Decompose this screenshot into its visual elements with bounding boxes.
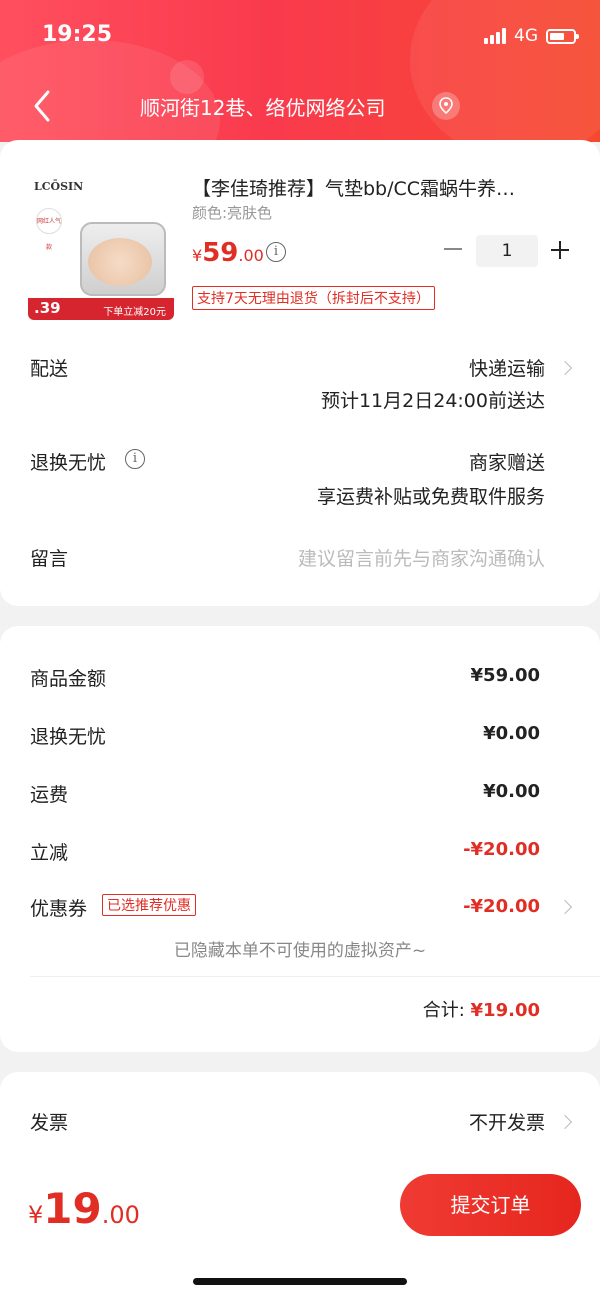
discount-label: 立减	[30, 842, 69, 864]
coupon-value[interactable]: -¥20.00	[463, 896, 540, 917]
chevron-right-icon[interactable]	[557, 899, 573, 915]
goods-amount-label: 商品金额	[30, 668, 107, 690]
return-policy-tag: 支持7天无理由退货（拆封后不支持）	[192, 286, 435, 310]
chevron-right-icon[interactable]	[557, 1114, 573, 1130]
product-title[interactable]: 【李佳琦推荐】气垫bb/CC霜蜗牛养…	[192, 174, 562, 201]
product-price: ¥59.00	[192, 238, 264, 268]
invoice-label: 发票	[30, 1112, 69, 1134]
hot-badge: 网红人气款	[36, 208, 62, 251]
cushion-puff-graphic	[88, 238, 152, 286]
message-label: 留言	[30, 548, 69, 570]
address-title[interactable]: 顺河街12巷、络优网络公司	[140, 92, 385, 121]
location-pin-icon[interactable]	[432, 92, 460, 120]
header: 19:25 4G 顺河街12巷、络优网络公司	[0, 0, 600, 142]
coupon-tag[interactable]: 已选推荐优惠	[102, 894, 196, 916]
delivery-label: 配送	[30, 358, 69, 380]
delivery-eta: 预计11月2日24:00前送达	[320, 390, 545, 412]
exchange-info-icon[interactable]: i	[125, 449, 145, 469]
product-image[interactable]: LCŌSIN 网红人气款 .39 下单立减20元	[28, 174, 174, 320]
order-total: 合计: ¥19.00	[423, 996, 540, 1022]
total-value: ¥19.00	[470, 1000, 540, 1021]
exchange-fee-label: 退换无忧	[30, 726, 107, 748]
payable-amount: ¥19.00	[28, 1184, 140, 1233]
goods-amount-value: ¥59.00	[470, 665, 540, 686]
hidden-assets-note: 已隐藏本单不可使用的虚拟资产~	[173, 941, 427, 961]
price-summary-card: 商品金额 ¥59.00 退换无忧 ¥0.00 运费 ¥0.00 立减 -¥20.…	[0, 626, 600, 1052]
message-input[interactable]: 建议留言前先与商家沟通确认	[298, 544, 545, 571]
product-sku[interactable]: 颜色:亮肤色	[192, 202, 272, 223]
price-info-icon[interactable]: i	[266, 242, 286, 262]
exchange-value: 商家赠送	[468, 452, 545, 474]
status-time: 19:25	[42, 22, 113, 47]
bottom-action-bar: ¥19.00 提交订单	[0, 1172, 600, 1299]
image-promo-strip: .39 下单立减20元	[28, 298, 174, 320]
battery-icon	[546, 28, 579, 44]
coupon-label[interactable]: 优惠券	[30, 894, 87, 921]
shipping-label: 运费	[30, 784, 69, 806]
network-type: 4G	[514, 26, 538, 46]
exchange-fee-value: ¥0.00	[483, 723, 540, 744]
total-label: 合计:	[422, 1000, 465, 1021]
discount-value: -¥20.00	[463, 839, 540, 860]
invoice-value[interactable]: 不开发票	[469, 1108, 545, 1135]
quantity-input[interactable]: 1	[476, 235, 538, 267]
submit-order-button[interactable]: 提交订单	[400, 1174, 581, 1236]
brand-logo: LCŌSIN	[34, 180, 84, 193]
exchange-label: 退换无忧	[30, 452, 107, 474]
header-decoration	[410, 0, 600, 142]
divider	[30, 976, 600, 977]
home-indicator[interactable]	[193, 1278, 407, 1285]
back-icon[interactable]	[28, 88, 58, 124]
signal-icon	[484, 28, 506, 44]
exchange-detail: 享运费补贴或免费取件服务	[316, 486, 545, 508]
invoice-card[interactable]: 发票 不开发票	[0, 1072, 600, 1172]
header-decoration	[170, 60, 204, 94]
order-item-card: LCŌSIN 网红人气款 .39 下单立减20元 【李佳琦推荐】气垫bb/CC霜…	[0, 140, 600, 606]
delivery-method[interactable]: 快递运输	[469, 354, 545, 381]
quantity-minus-button[interactable]	[444, 248, 462, 250]
status-icons: 4G	[484, 26, 579, 46]
shipping-value: ¥0.00	[483, 781, 540, 802]
chevron-right-icon[interactable]	[557, 360, 573, 376]
quantity-plus-button[interactable]	[551, 241, 569, 259]
